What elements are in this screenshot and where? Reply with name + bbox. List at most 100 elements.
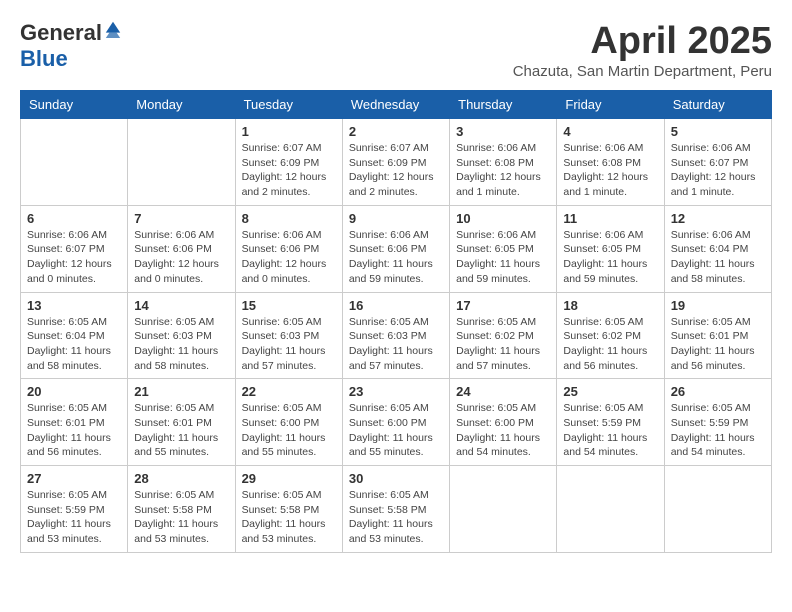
day-info: Sunrise: 6:05 AM Sunset: 5:59 PM Dayligh… (563, 401, 657, 460)
day-info: Sunrise: 6:07 AM Sunset: 6:09 PM Dayligh… (349, 141, 443, 200)
day-info: Sunrise: 6:05 AM Sunset: 6:00 PM Dayligh… (456, 401, 550, 460)
day-info: Sunrise: 6:05 AM Sunset: 5:58 PM Dayligh… (242, 488, 336, 547)
day-number: 5 (671, 124, 765, 139)
calendar-table: SundayMondayTuesdayWednesdayThursdayFrid… (20, 90, 772, 553)
day-number: 10 (456, 211, 550, 226)
title-area: April 2025 Chazuta, San Martin Departmen… (513, 20, 772, 80)
day-info: Sunrise: 6:06 AM Sunset: 6:05 PM Dayligh… (563, 228, 657, 287)
calendar-cell: 29 Sunrise: 6:05 AM Sunset: 5:58 PM Dayli… (235, 466, 342, 553)
calendar-cell: 30Sunrise: 6:05 AM Sunset: 5:58 PM Dayli… (342, 466, 449, 553)
calendar-cell (450, 466, 557, 553)
calendar-week-row: 27Sunrise: 6:05 AM Sunset: 5:59 PM Dayli… (21, 466, 772, 553)
calendar-cell: 17Sunrise: 6:05 AM Sunset: 6:02 PM Dayli… (450, 292, 557, 379)
calendar-cell: 8 Sunrise: 6:06 AM Sunset: 6:06 PM Daylig… (235, 205, 342, 292)
day-number: 6 (27, 211, 121, 226)
calendar-cell (128, 119, 235, 206)
logo-general-text: General (20, 20, 102, 46)
logo-blue-text: Blue (20, 46, 68, 72)
day-info: Sunrise: 6:05 AM Sunset: 6:03 PM Dayligh… (349, 315, 443, 374)
day-number: 1 (242, 124, 336, 139)
day-info: Sunrise: 6:06 AM Sunset: 6:07 PM Dayligh… (27, 228, 121, 287)
calendar-cell: 23Sunrise: 6:05 AM Sunset: 6:00 PM Dayli… (342, 379, 449, 466)
calendar-cell: 10 Sunrise: 6:06 AM Sunset: 6:05 PM Dayli… (450, 205, 557, 292)
day-info: Sunrise: 6:05 AM Sunset: 6:01 PM Dayligh… (671, 315, 765, 374)
day-info: Sunrise: 6:06 AM Sunset: 6:08 PM Dayligh… (456, 141, 550, 200)
day-number: 16 (349, 298, 443, 313)
logo: General Blue (20, 20, 122, 72)
weekday-header-monday: Monday (128, 91, 235, 119)
day-info: Sunrise: 6:06 AM Sunset: 6:08 PM Dayligh… (563, 141, 657, 200)
calendar-week-row: 1 Sunrise: 6:07 AM Sunset: 6:09 PM Daylig… (21, 119, 772, 206)
calendar-cell: 12 Sunrise: 6:06 AM Sunset: 6:04 PM Dayli… (664, 205, 771, 292)
day-number: 7 (134, 211, 228, 226)
day-info: Sunrise: 6:05 AM Sunset: 6:03 PM Dayligh… (242, 315, 336, 374)
day-info: Sunrise: 6:06 AM Sunset: 6:04 PM Dayligh… (671, 228, 765, 287)
day-number: 9 (349, 211, 443, 226)
calendar-cell (21, 119, 128, 206)
calendar-cell: 3 Sunrise: 6:06 AM Sunset: 6:08 PM Daylig… (450, 119, 557, 206)
weekday-header-tuesday: Tuesday (235, 91, 342, 119)
weekday-header-friday: Friday (557, 91, 664, 119)
logo-icon (104, 20, 122, 38)
calendar-cell: 1 Sunrise: 6:07 AM Sunset: 6:09 PM Daylig… (235, 119, 342, 206)
calendar-cell: 14 Sunrise: 6:05 AM Sunset: 6:03 PM Dayli… (128, 292, 235, 379)
day-number: 29 (242, 471, 336, 486)
day-info: Sunrise: 6:05 AM Sunset: 5:58 PM Dayligh… (349, 488, 443, 547)
day-number: 11 (563, 211, 657, 226)
day-info: Sunrise: 6:06 AM Sunset: 6:06 PM Dayligh… (242, 228, 336, 287)
day-number: 4 (563, 124, 657, 139)
calendar-week-row: 20 Sunrise: 6:05 AM Sunset: 6:01 PM Dayli… (21, 379, 772, 466)
day-info: Sunrise: 6:05 AM Sunset: 6:01 PM Dayligh… (134, 401, 228, 460)
calendar-cell: 2 Sunrise: 6:07 AM Sunset: 6:09 PM Daylig… (342, 119, 449, 206)
location-text: Chazuta, San Martin Department, Peru (513, 63, 772, 80)
day-number: 3 (456, 124, 550, 139)
calendar-cell: 25 Sunrise: 6:05 AM Sunset: 5:59 PM Dayli… (557, 379, 664, 466)
calendar-cell: 24Sunrise: 6:05 AM Sunset: 6:00 PM Dayli… (450, 379, 557, 466)
day-info: Sunrise: 6:05 AM Sunset: 6:00 PM Dayligh… (242, 401, 336, 460)
calendar-cell: 20 Sunrise: 6:05 AM Sunset: 6:01 PM Dayli… (21, 379, 128, 466)
calendar-cell: 18 Sunrise: 6:05 AM Sunset: 6:02 PM Dayli… (557, 292, 664, 379)
day-number: 12 (671, 211, 765, 226)
day-info: Sunrise: 6:05 AM Sunset: 6:03 PM Dayligh… (134, 315, 228, 374)
day-number: 22 (242, 384, 336, 399)
day-number: 26 (671, 384, 765, 399)
day-number: 17 (456, 298, 550, 313)
day-info: Sunrise: 6:05 AM Sunset: 5:58 PM Dayligh… (134, 488, 228, 547)
calendar-cell: 16 Sunrise: 6:05 AM Sunset: 6:03 PM Dayli… (342, 292, 449, 379)
day-info: Sunrise: 6:06 AM Sunset: 6:07 PM Dayligh… (671, 141, 765, 200)
day-info: Sunrise: 6:06 AM Sunset: 6:06 PM Dayligh… (349, 228, 443, 287)
day-number: 18 (563, 298, 657, 313)
day-number: 19 (671, 298, 765, 313)
day-number: 14 (134, 298, 228, 313)
calendar-cell: 19 Sunrise: 6:05 AM Sunset: 6:01 PM Dayli… (664, 292, 771, 379)
calendar-cell: 7 Sunrise: 6:06 AM Sunset: 6:06 PM Daylig… (128, 205, 235, 292)
day-number: 13 (27, 298, 121, 313)
day-number: 8 (242, 211, 336, 226)
calendar-cell: 9 Sunrise: 6:06 AM Sunset: 6:06 PM Daylig… (342, 205, 449, 292)
day-info: Sunrise: 6:07 AM Sunset: 6:09 PM Dayligh… (242, 141, 336, 200)
page-header: General Blue April 2025 Chazuta, San Mar… (20, 20, 772, 80)
calendar-cell: 28Sunrise: 6:05 AM Sunset: 5:58 PM Dayli… (128, 466, 235, 553)
calendar-cell: 15 Sunrise: 6:05 AM Sunset: 6:03 PM Dayli… (235, 292, 342, 379)
calendar-header-row: SundayMondayTuesdayWednesdayThursdayFrid… (21, 91, 772, 119)
calendar-cell (557, 466, 664, 553)
day-info: Sunrise: 6:06 AM Sunset: 6:06 PM Dayligh… (134, 228, 228, 287)
weekday-header-saturday: Saturday (664, 91, 771, 119)
calendar-cell: 6 Sunrise: 6:06 AM Sunset: 6:07 PM Daylig… (21, 205, 128, 292)
day-number: 25 (563, 384, 657, 399)
calendar-cell: 11 Sunrise: 6:06 AM Sunset: 6:05 PM Dayli… (557, 205, 664, 292)
day-info: Sunrise: 6:05 AM Sunset: 5:59 PM Dayligh… (671, 401, 765, 460)
month-title: April 2025 (513, 20, 772, 63)
day-info: Sunrise: 6:05 AM Sunset: 5:59 PM Dayligh… (27, 488, 121, 547)
day-number: 20 (27, 384, 121, 399)
day-number: 2 (349, 124, 443, 139)
day-number: 23 (349, 384, 443, 399)
day-number: 15 (242, 298, 336, 313)
calendar-cell: 22 Sunrise: 6:05 AM Sunset: 6:00 PM Dayli… (235, 379, 342, 466)
day-info: Sunrise: 6:06 AM Sunset: 6:05 PM Dayligh… (456, 228, 550, 287)
day-info: Sunrise: 6:05 AM Sunset: 6:01 PM Dayligh… (27, 401, 121, 460)
calendar-cell: 27Sunrise: 6:05 AM Sunset: 5:59 PM Dayli… (21, 466, 128, 553)
calendar-cell: 4 Sunrise: 6:06 AM Sunset: 6:08 PM Daylig… (557, 119, 664, 206)
day-info: Sunrise: 6:05 AM Sunset: 6:04 PM Dayligh… (27, 315, 121, 374)
day-info: Sunrise: 6:05 AM Sunset: 6:02 PM Dayligh… (563, 315, 657, 374)
